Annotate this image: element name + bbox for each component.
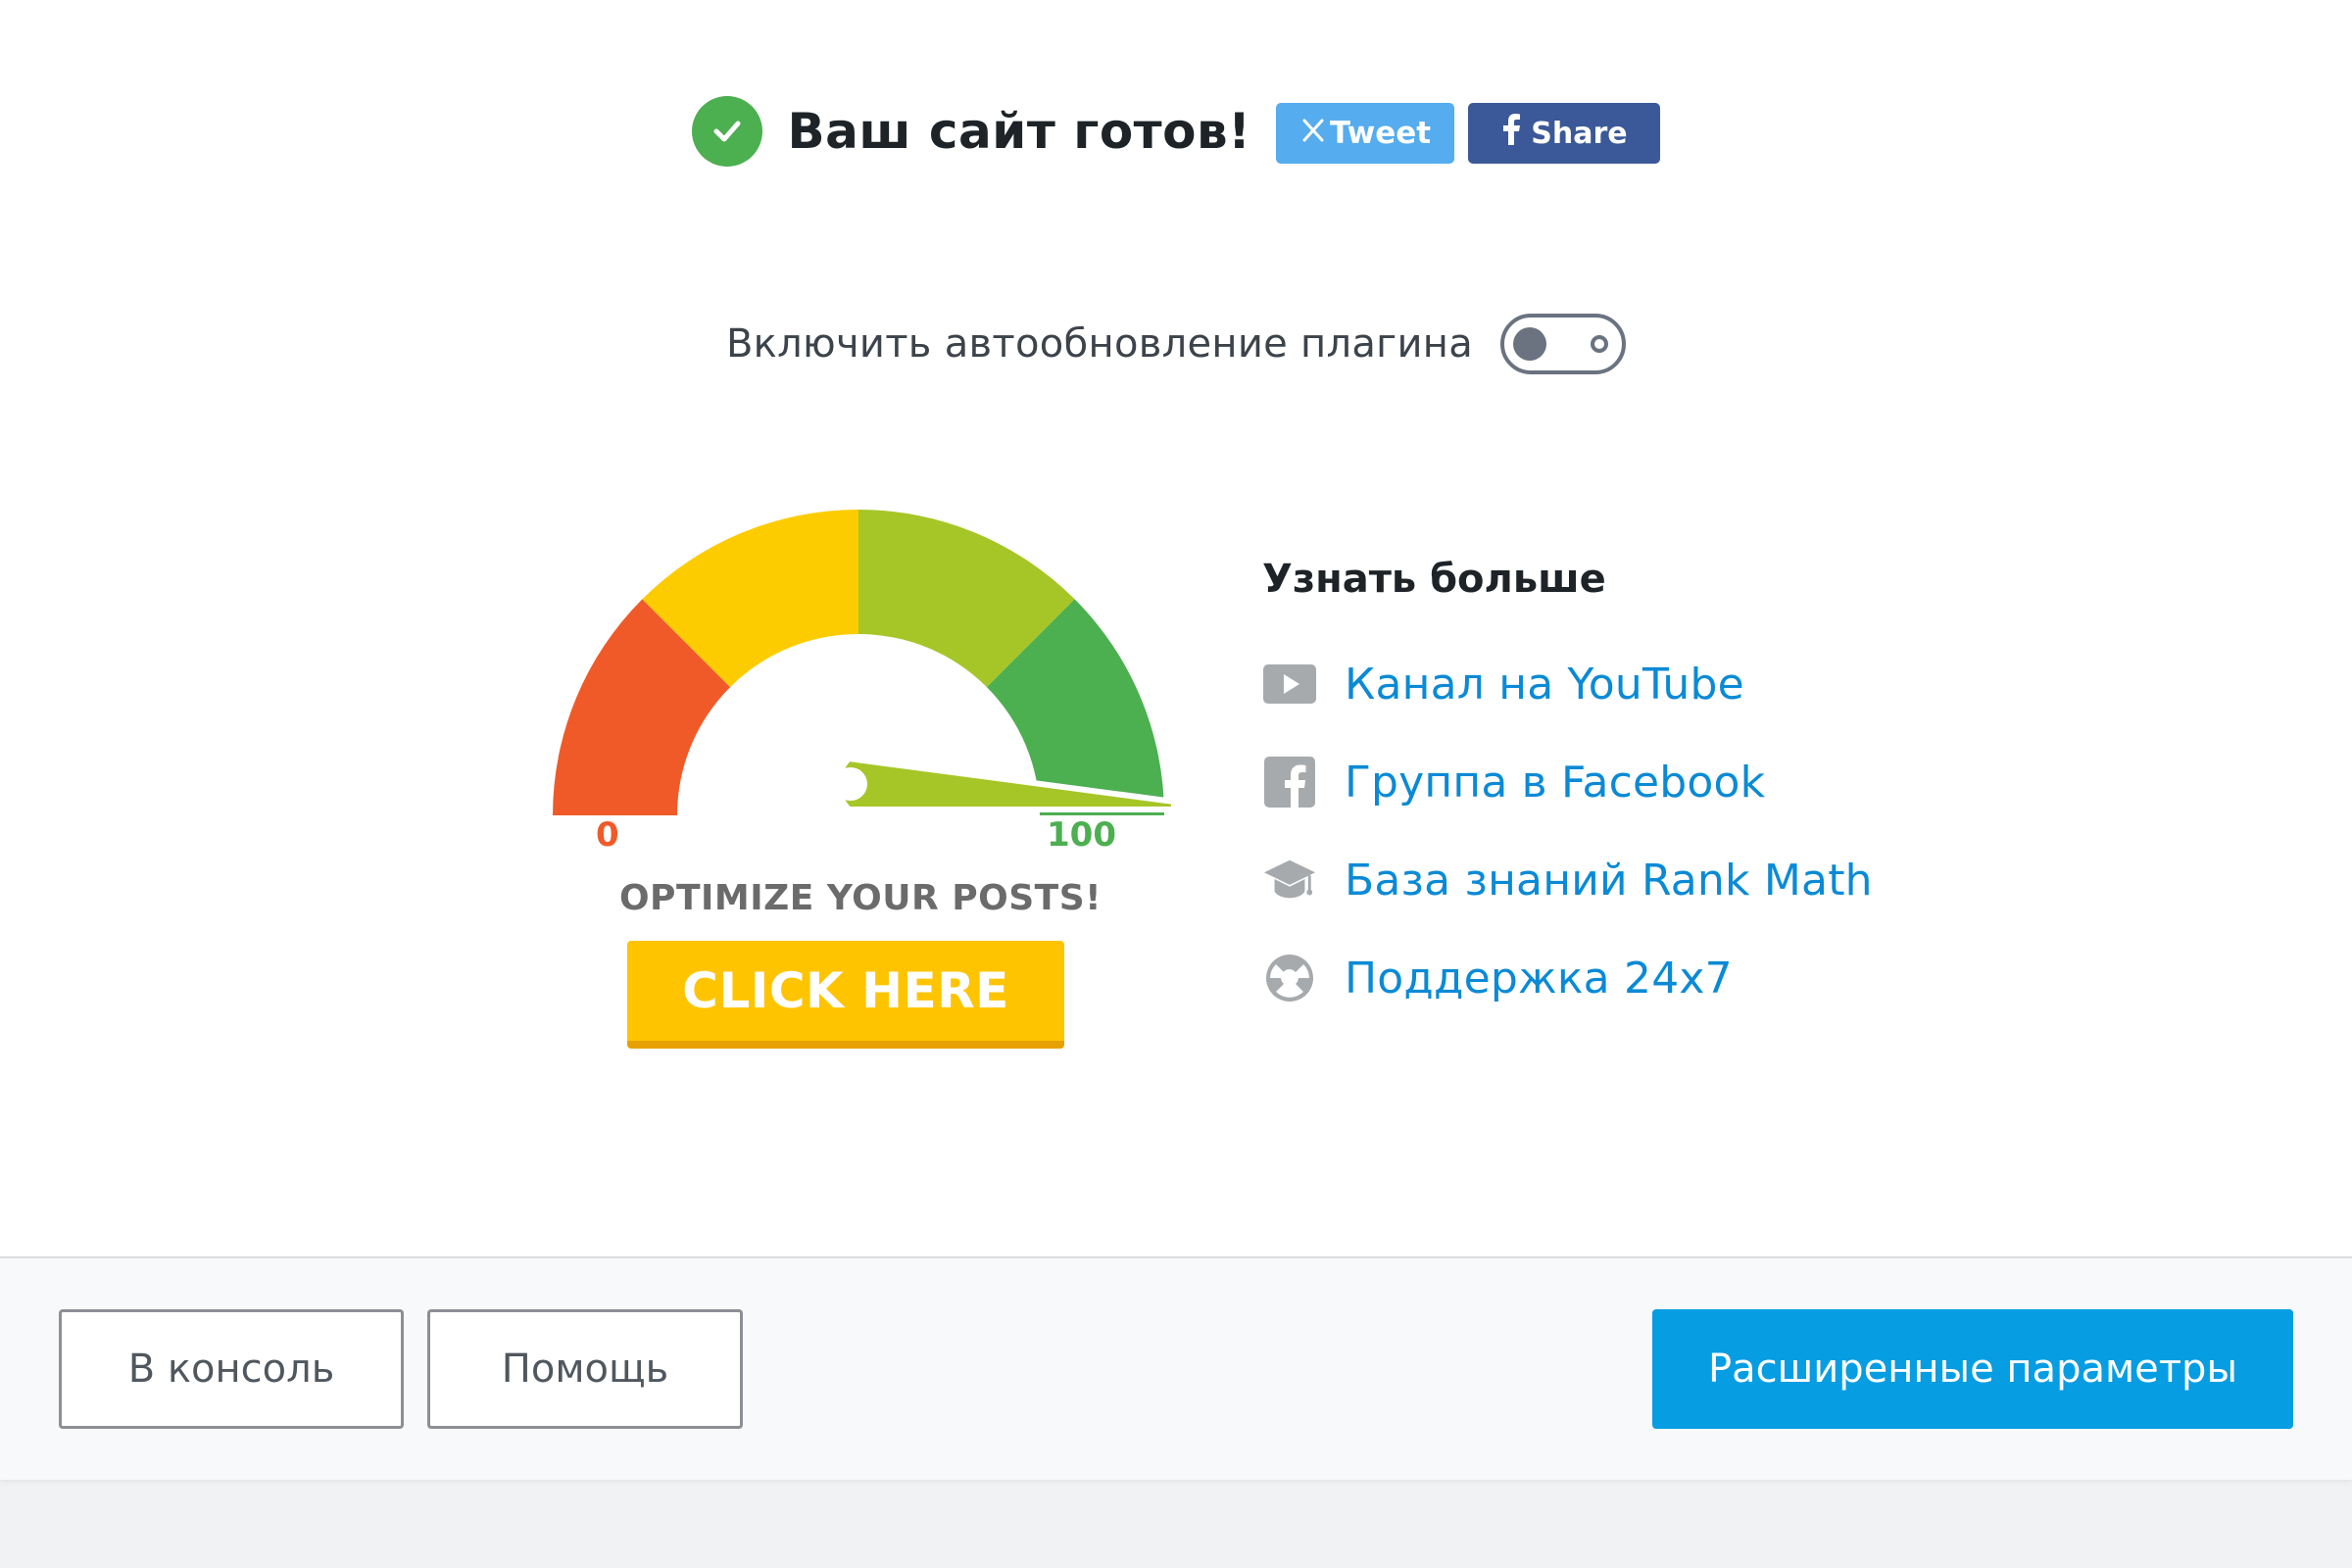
lifebuoy-icon (1262, 951, 1317, 1005)
learn-item-knowledge-base[interactable]: База знаний Rank Math (1262, 831, 1948, 929)
learn-more-section: Узнать больше Канал на YouTube Группа в … (1262, 557, 1948, 1027)
facebook-f-icon (1501, 114, 1521, 153)
facebook-icon (1262, 755, 1317, 809)
tweet-button[interactable]: Tweet (1276, 103, 1455, 164)
x-logo-icon (1300, 116, 1326, 151)
youtube-link[interactable]: Канал на YouTube (1345, 660, 1744, 710)
setup-complete-card: Ваш сайт готов! Tweet Share Включить авт… (0, 0, 2352, 1480)
header: Ваш сайт готов! Tweet Share (0, 84, 2352, 178)
console-button[interactable]: В консоль (59, 1309, 404, 1429)
toggle-knob (1513, 327, 1547, 361)
support-link[interactable]: Поддержка 24x7 (1345, 954, 1733, 1004)
toggle-off-indicator-icon (1591, 335, 1609, 353)
autoupdate-row: Включить автообновление плагина (0, 310, 2352, 378)
facebook-share-button[interactable]: Share (1468, 103, 1661, 164)
facebook-link[interactable]: Группа в Facebook (1345, 758, 1765, 808)
learn-more-title: Узнать больше (1262, 557, 1606, 602)
gauge-caption: OPTIMIZE YOUR POSTS! (618, 878, 1102, 918)
learn-item-facebook[interactable]: Группа в Facebook (1262, 733, 1948, 831)
learn-item-youtube[interactable]: Канал на YouTube (1262, 635, 1948, 733)
advanced-options-button[interactable]: Расширенные параметры (1652, 1309, 2293, 1429)
click-here-button[interactable]: CLICK HERE (627, 941, 1064, 1049)
learn-item-support[interactable]: Поддержка 24x7 (1262, 929, 1948, 1027)
help-button[interactable]: Помощь (427, 1309, 743, 1429)
graduation-cap-icon (1262, 853, 1317, 907)
check-icon (691, 96, 762, 167)
youtube-icon (1262, 657, 1317, 711)
gauge-min-label: 0 (596, 815, 619, 855)
gauge-needle-pivot (834, 767, 867, 801)
knowledge-base-link[interactable]: База знаний Rank Math (1345, 856, 1873, 906)
optimize-posts-banner[interactable]: 0 100 OPTIMIZE YOUR POSTS! CLICK HERE (537, 510, 1184, 1058)
tweet-label: Tweet (1329, 116, 1432, 151)
autoupdate-toggle[interactable] (1500, 314, 1627, 374)
footer-bar: В консоль Помощь Расширенные параметры (0, 1256, 2352, 1480)
autoupdate-label: Включить автообновление плагина (725, 321, 1474, 367)
share-label: Share (1531, 116, 1628, 151)
gauge-graphic (553, 510, 1177, 815)
page-title: Ваш сайт готов! (787, 103, 1251, 160)
gauge-max-label: 100 (1047, 815, 1116, 855)
